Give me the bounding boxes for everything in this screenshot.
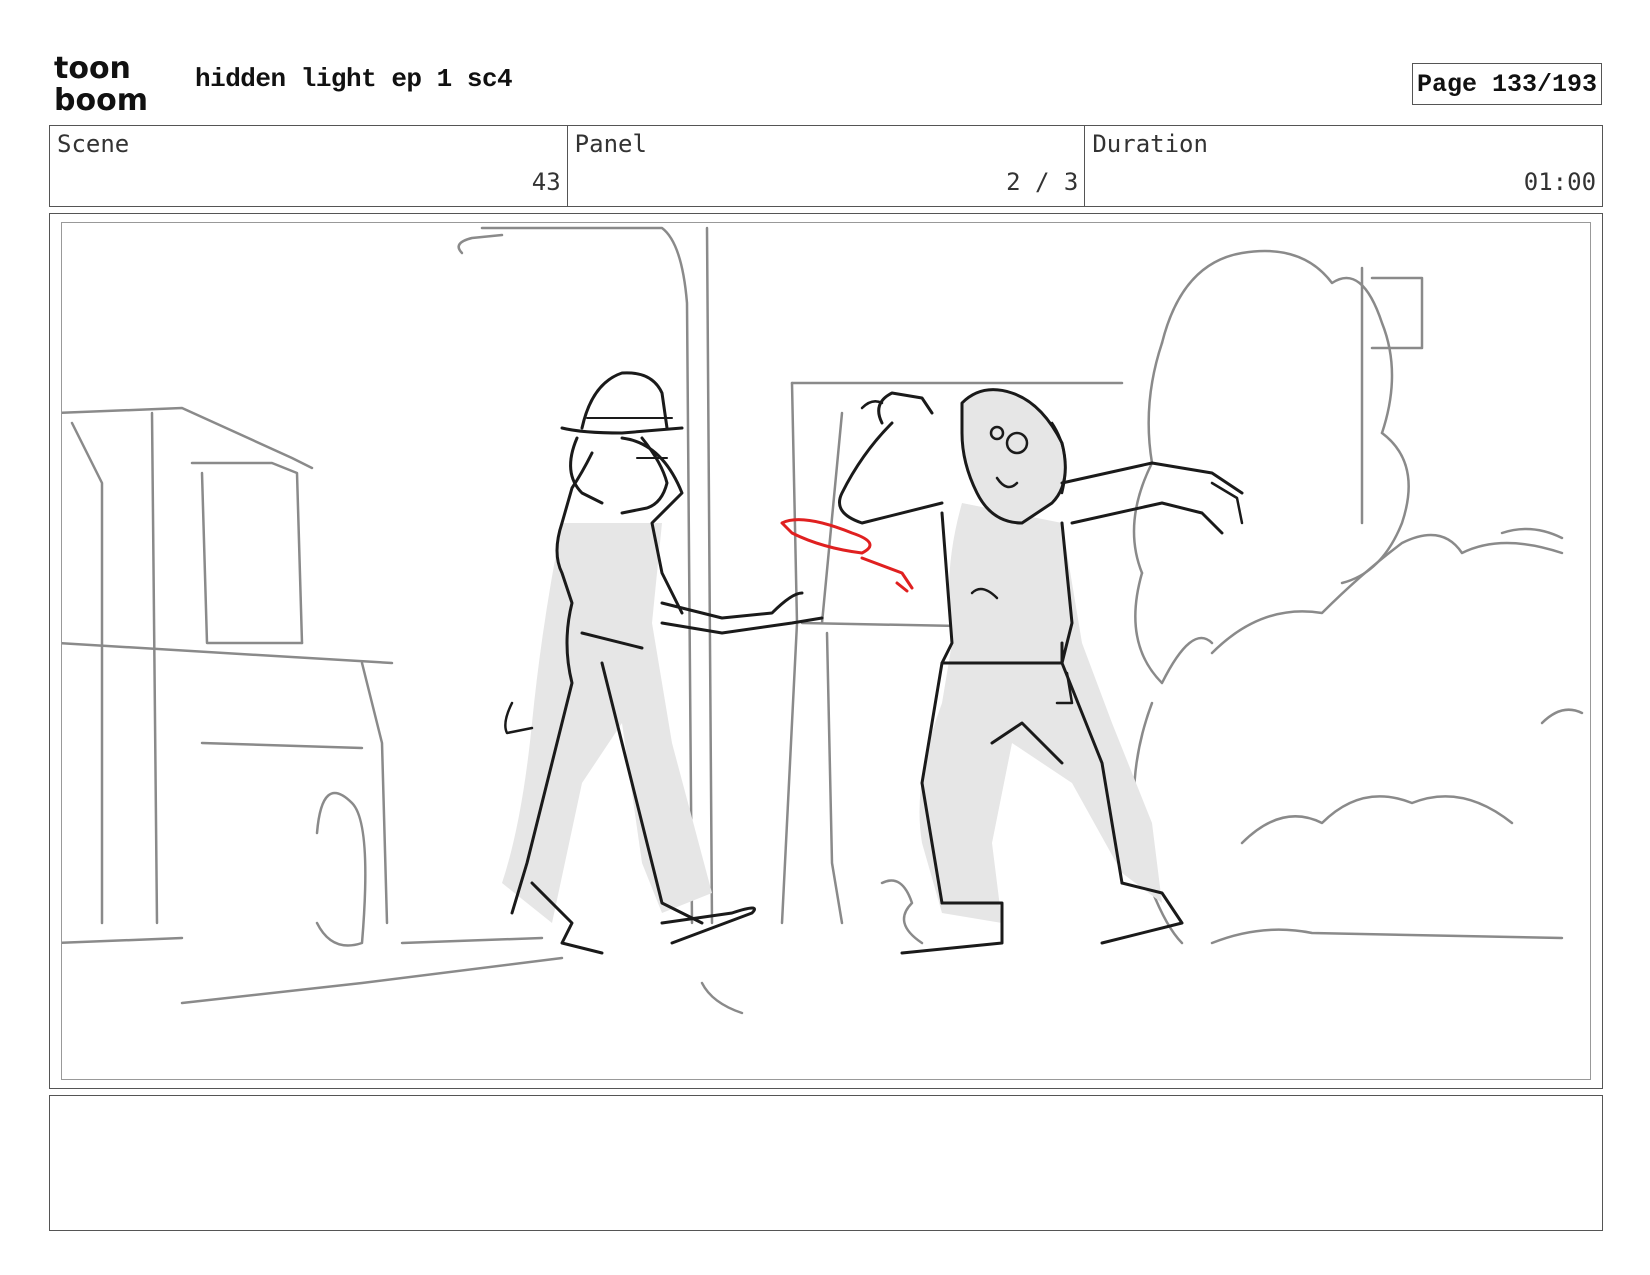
panel-value: 2 / 3 [1006,168,1079,196]
man-figure [838,388,1244,955]
page-number: Page 133/193 [1412,63,1602,105]
logo-text-top: toon [54,52,131,86]
logo-text-bottom: boom [54,83,148,114]
woman-figure [502,371,824,955]
truck-sketch [62,406,564,1005]
panel-notes[interactable] [49,1095,1603,1231]
red-motion-mark [780,518,914,593]
storyboard-image [61,222,1591,1080]
duration-label: Duration [1092,130,1208,158]
panel-label: Panel [574,130,647,158]
duration-value: 01:00 [1523,168,1597,196]
toon-boom-logo: toon boom [54,52,148,114]
scene-value: 43 [531,168,561,196]
sketch-drawing [62,226,1584,1015]
scene-label: Scene [57,130,130,158]
duration-cell: Duration 01:00 [1085,126,1602,206]
bush-sketch [1132,249,1584,945]
panel-cell: Panel 2 / 3 [568,126,1086,206]
document-title: hidden light ep 1 sc4 [195,64,513,94]
panel-info-row: Scene 43 Panel 2 / 3 Duration 01:00 [49,125,1603,207]
scene-cell: Scene 43 [50,126,568,206]
